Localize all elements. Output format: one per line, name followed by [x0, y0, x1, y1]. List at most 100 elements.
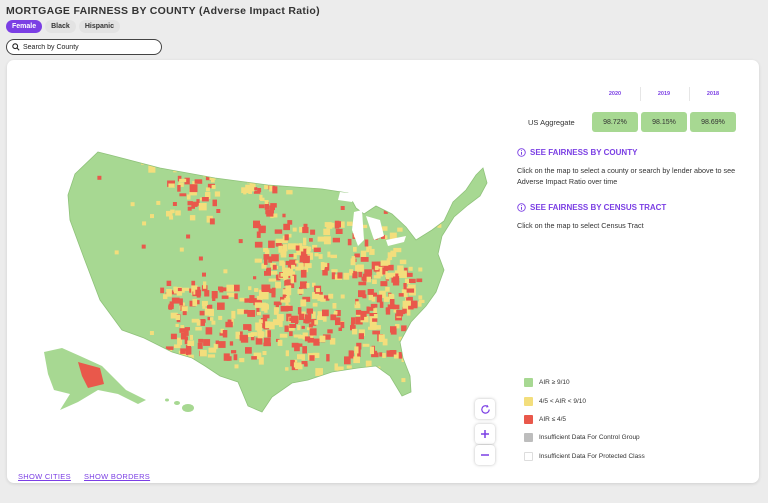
county-patch[interactable]	[273, 120, 276, 124]
county-patch[interactable]	[217, 302, 225, 310]
county-patch[interactable]	[260, 150, 268, 158]
county-patch[interactable]	[267, 330, 271, 338]
county-patch[interactable]	[354, 253, 360, 258]
county-patch[interactable]	[292, 227, 297, 232]
county-patch[interactable]	[200, 319, 205, 326]
county-patch[interactable]	[118, 357, 123, 362]
county-patch[interactable]	[323, 228, 331, 236]
county-patch[interactable]	[360, 250, 367, 259]
county-patch[interactable]	[284, 234, 289, 241]
county-patch[interactable]	[399, 259, 407, 265]
county-patch[interactable]	[251, 155, 260, 162]
county-patch[interactable]	[346, 221, 353, 226]
county-patch[interactable]	[317, 236, 325, 242]
county-patch[interactable]	[366, 306, 370, 314]
county-patch[interactable]	[179, 328, 187, 333]
county-patch[interactable]	[187, 206, 192, 211]
county-patch[interactable]	[245, 143, 251, 149]
county-patch[interactable]	[261, 177, 269, 184]
county-patch[interactable]	[270, 203, 277, 208]
county-patch[interactable]	[279, 333, 288, 338]
county-heading[interactable]: SEE FAIRNESS BY COUNTY	[517, 148, 637, 157]
county-patch[interactable]	[179, 298, 183, 306]
county-patch[interactable]	[295, 260, 299, 264]
county-patch[interactable]	[150, 214, 154, 219]
county-patch[interactable]	[364, 367, 373, 373]
county-patch[interactable]	[180, 332, 187, 340]
county-patch[interactable]	[403, 283, 407, 291]
county-patch[interactable]	[263, 337, 271, 344]
county-patch[interactable]	[372, 318, 378, 323]
county-patch[interactable]	[209, 167, 214, 172]
county-patch[interactable]	[341, 221, 345, 228]
county-patch[interactable]	[261, 292, 266, 296]
county-patch[interactable]	[347, 238, 352, 246]
county-patch[interactable]	[231, 310, 236, 319]
county-patch[interactable]	[266, 147, 272, 151]
county-patch[interactable]	[322, 316, 327, 322]
county-patch[interactable]	[244, 298, 253, 303]
county-patch[interactable]	[218, 315, 223, 320]
county-patch[interactable]	[260, 197, 265, 201]
county-patch[interactable]	[277, 339, 283, 346]
county-patch[interactable]	[313, 247, 321, 252]
county-patch[interactable]	[195, 326, 202, 331]
county-patch[interactable]	[330, 254, 338, 259]
county-patch[interactable]	[266, 209, 274, 217]
county-patch[interactable]	[251, 124, 258, 130]
county-patch[interactable]	[253, 125, 259, 131]
county-patch[interactable]	[390, 326, 397, 333]
county-patch[interactable]	[407, 327, 412, 331]
county-patch[interactable]	[275, 281, 281, 289]
county-patch[interactable]	[269, 288, 273, 294]
county-patch[interactable]	[291, 342, 299, 348]
county-patch[interactable]	[272, 113, 278, 118]
county-patch[interactable]	[168, 183, 175, 188]
county-patch[interactable]	[273, 142, 279, 147]
county-patch[interactable]	[173, 286, 177, 292]
county-patch[interactable]	[272, 129, 278, 135]
county-patch[interactable]	[332, 237, 340, 243]
county-patch[interactable]	[237, 151, 242, 158]
county-patch[interactable]	[247, 112, 254, 120]
county-patch[interactable]	[360, 257, 369, 262]
county-patch[interactable]	[262, 170, 266, 178]
county-patch[interactable]	[297, 289, 304, 294]
county-patch[interactable]	[83, 336, 88, 341]
county-patch[interactable]	[380, 281, 388, 287]
county-patch[interactable]	[275, 302, 279, 308]
county-patch[interactable]	[362, 343, 370, 347]
county-patch[interactable]	[386, 350, 394, 357]
county-patch[interactable]	[408, 305, 414, 310]
county-patch[interactable]	[409, 278, 416, 283]
county-patch[interactable]	[437, 334, 442, 339]
county-patch[interactable]	[221, 295, 229, 299]
county-patch[interactable]	[218, 286, 223, 291]
county-patch[interactable]	[165, 354, 172, 362]
county-patch[interactable]	[281, 129, 286, 132]
county-patch[interactable]	[175, 314, 180, 320]
county-patch[interactable]	[360, 310, 367, 317]
county-patch[interactable]	[213, 165, 221, 172]
county-patch[interactable]	[392, 280, 400, 286]
county-patch[interactable]	[340, 321, 345, 329]
county-patch[interactable]	[293, 362, 297, 368]
county-patch[interactable]	[277, 132, 280, 139]
county-patch[interactable]	[303, 237, 307, 246]
county-patch[interactable]	[406, 296, 413, 301]
county-patch[interactable]	[412, 351, 417, 356]
county-patch[interactable]	[358, 281, 367, 286]
county-patch[interactable]	[207, 166, 211, 171]
county-patch[interactable]	[265, 145, 272, 151]
county-patch[interactable]	[364, 239, 369, 247]
county-patch[interactable]	[266, 129, 271, 133]
county-patch[interactable]	[369, 321, 377, 330]
county-patch[interactable]	[418, 301, 422, 307]
county-patch[interactable]	[234, 293, 238, 300]
county-patch[interactable]	[304, 336, 311, 342]
county-patch[interactable]	[370, 303, 378, 308]
county-patch[interactable]	[268, 256, 272, 263]
county-patch[interactable]	[289, 324, 297, 328]
county-patch[interactable]	[248, 286, 252, 291]
county-patch[interactable]	[405, 341, 411, 348]
